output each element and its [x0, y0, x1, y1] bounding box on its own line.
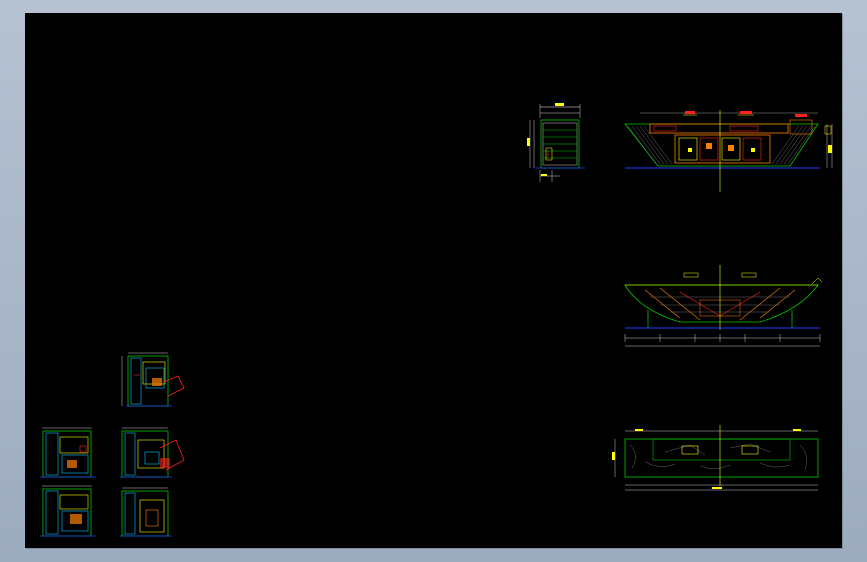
- front-elevation-drawing: [624, 110, 833, 192]
- detail-4-drawing: [40, 485, 96, 537]
- detail-3-drawing: [120, 427, 185, 478]
- side-section-drawing: [527, 103, 585, 182]
- plan-view-drawing: [612, 425, 819, 491]
- rear-elevation-drawing: [624, 265, 823, 347]
- detail-2-drawing: [40, 427, 96, 478]
- cad-canvas[interactable]: [0, 0, 867, 562]
- detail-1-drawing: [121, 352, 185, 407]
- detail-5-drawing: [120, 487, 172, 537]
